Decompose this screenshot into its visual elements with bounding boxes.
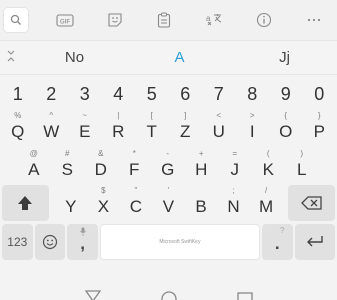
sticker-icon[interactable] [102,7,128,33]
emoji-icon [42,234,58,250]
key-b[interactable]: B [186,185,217,221]
emoji-key[interactable] [34,224,66,260]
chevrons-icon[interactable] [0,50,22,65]
key-d[interactable]: & D [85,148,117,184]
key-q[interactable]: % Q [2,110,34,146]
key-r[interactable]: | R [103,110,135,146]
key-z[interactable]: ] Z [170,110,202,146]
key-a[interactable]: @ A [18,148,50,184]
suggestion-bar: No A Jj [0,40,337,75]
key-k[interactable]: (K [253,148,285,184]
gif-icon[interactable]: GIF [52,7,78,33]
clipboard-icon[interactable] [151,7,177,33]
suggestion-center[interactable]: A [127,49,232,66]
letter-row-2: @ A # S & D * F -G + H = J (K ) L [0,148,337,184]
suggestion-left[interactable]: No [22,49,127,66]
letter-row-3: Y $ X " C ' V B ; N / M [0,185,337,221]
enter-key[interactable] [294,224,336,260]
key-3[interactable]: 3 [69,76,101,112]
svg-text:GIF: GIF [60,19,70,25]
enter-icon [306,236,323,247]
key-i[interactable]: > I [237,110,269,146]
key-9[interactable]: 9 [270,76,302,112]
key-w[interactable]: ^ W [36,110,68,146]
home-circle-icon[interactable] [160,290,178,300]
space-key[interactable]: Microsoft SwiftKey [99,224,260,260]
backspace-key[interactable] [288,185,335,221]
key-n[interactable]: ; N [218,185,249,221]
shift-icon [18,196,33,210]
key-s[interactable]: # S [52,148,84,184]
system-nav-bar [0,286,337,300]
period-key[interactable]: ? . [261,224,293,260]
key-f[interactable]: * F [119,148,151,184]
key-h[interactable]: + H [186,148,218,184]
suggestion-right[interactable]: Jj [232,49,337,66]
key-u[interactable]: < U [203,110,235,146]
keyboard: 1 2 3 4 5 6 7 8 9 0 % Q ^ W ~ E | R [T ] Z < U… [0,76,337,286]
key-1[interactable]: 1 [2,76,34,112]
more-icon[interactable] [301,7,327,33]
key-8[interactable]: 8 [237,76,269,112]
key-c[interactable]: " C [121,185,152,221]
shift-key[interactable] [2,185,49,221]
bottom-row: 123 , Microsoft SwiftKey ? . [0,224,337,260]
search-icon[interactable] [4,8,28,32]
key-4[interactable]: 4 [103,76,135,112]
key-x[interactable]: $ X [88,185,119,221]
key-g[interactable]: -G [152,148,184,184]
number-row: 1 2 3 4 5 6 7 8 9 0 [0,76,337,112]
key-j[interactable]: = J [219,148,251,184]
key-2[interactable]: 2 [36,76,68,112]
key-7[interactable]: 7 [203,76,235,112]
numbers-key[interactable]: 123 [2,224,33,260]
comma-key[interactable]: , [67,224,98,260]
keyboard-toolbar: GIF a [0,0,337,40]
key-o[interactable]: {O [270,110,302,146]
translator-icon[interactable]: a [201,7,227,33]
key-e[interactable]: ~ E [69,110,101,146]
key-0[interactable]: 0 [304,76,336,112]
backspace-icon [300,196,322,210]
key-p[interactable]: } P [304,110,336,146]
space-label: Microsoft SwiftKey [159,239,201,245]
key-m[interactable]: / M [251,185,282,221]
key-v[interactable]: ' V [153,185,184,221]
back-triangle-icon[interactable] [84,288,102,300]
key-t[interactable]: [T [136,110,168,146]
info-icon[interactable] [251,7,277,33]
recents-square-icon[interactable] [236,290,254,300]
key-y[interactable]: Y [56,185,87,221]
key-l[interactable]: ) L [286,148,318,184]
key-6[interactable]: 6 [170,76,202,112]
svg-text:a: a [206,14,211,23]
letter-row-1: % Q ^ W ~ E | R [T ] Z < U > I {O } P [0,110,337,146]
key-5[interactable]: 5 [136,76,168,112]
